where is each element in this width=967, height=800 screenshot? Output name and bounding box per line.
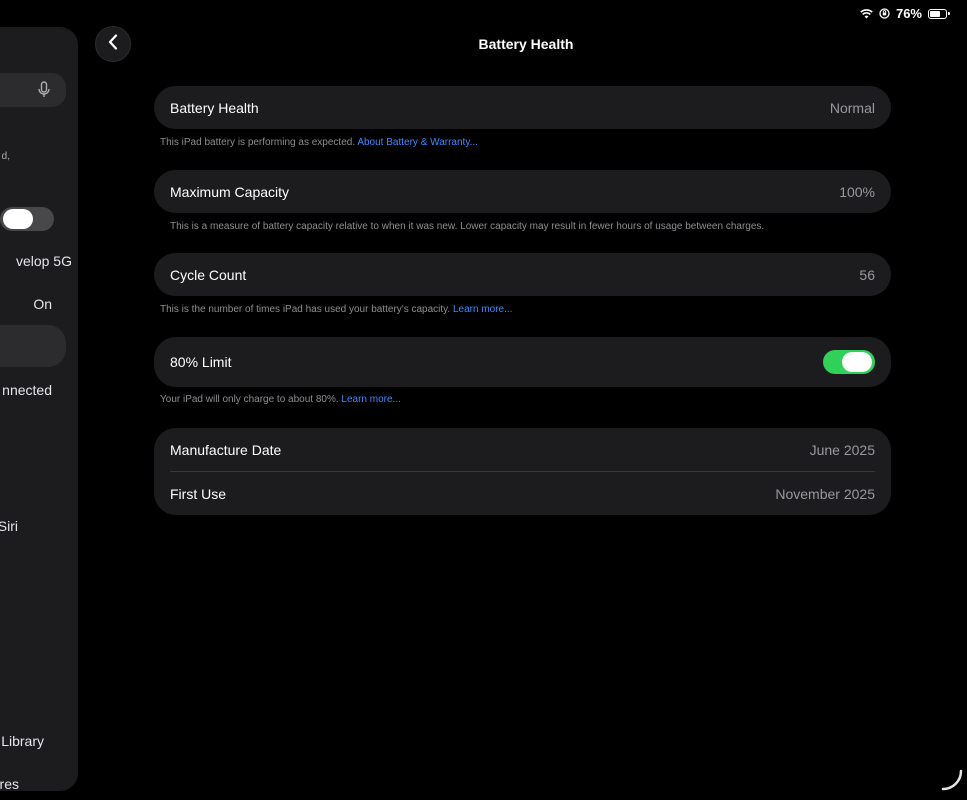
battery-health-footnote: This iPad battery is performing as expec… — [160, 137, 478, 148]
cycle-count-learn-more-link[interactable]: Learn more... — [453, 304, 512, 315]
maximum-capacity-footnote: This is a measure of battery capacity re… — [170, 221, 764, 232]
resize-handle-icon[interactable] — [941, 769, 963, 796]
maximum-capacity-row: Maximum Capacity 100% — [154, 170, 891, 213]
manufacture-date-row: Manufacture Date June 2025 — [154, 428, 891, 471]
status-bar: 76% — [860, 6, 950, 21]
limit-80-row: 80% Limit — [154, 337, 891, 387]
sidebar-item-features[interactable]: res — [0, 776, 19, 791]
sidebar-item-library[interactable]: Library — [1, 733, 44, 749]
page-title: Battery Health — [478, 36, 574, 52]
dates-group: Manufacture Date June 2025 First Use Nov… — [154, 428, 891, 515]
sidebar-item-cellular[interactable]: velop 5G — [16, 253, 72, 269]
limit-80-learn-more-link[interactable]: Learn more... — [341, 394, 400, 405]
sidebar-item-selected[interactable] — [0, 325, 66, 367]
maximum-capacity-note-text: This is a measure of battery capacity re… — [170, 221, 765, 232]
battery-level-fill — [930, 10, 940, 17]
about-battery-warranty-link[interactable]: About Battery & Warranty... — [357, 137, 478, 148]
back-button[interactable] — [95, 26, 131, 62]
sidebar-profile-fragment: d, — [1, 151, 10, 162]
sidebar-item-connected[interactable]: nnected — [2, 382, 52, 398]
battery-health-value: Normal — [829, 99, 875, 116]
first-use-row: First Use November 2025 — [154, 472, 891, 515]
cycle-count-footnote: This is the number of times iPad has use… — [160, 304, 512, 315]
battery-percent: 76% — [895, 6, 922, 21]
first-use-value: November 2025 — [775, 485, 875, 502]
manufacture-date-value: June 2025 — [809, 441, 875, 458]
cycle-count-value: 56 — [859, 266, 875, 283]
cycle-count-note-text: This is the number of times iPad has use… — [160, 304, 453, 315]
settings-sidebar: d, velop 5G On nnected Siri Library res — [0, 27, 78, 791]
maximum-capacity-value: 100% — [839, 183, 875, 200]
cycle-count-row: Cycle Count 56 — [154, 253, 891, 296]
battery-health-note-text: This iPad battery is performing as expec… — [160, 137, 358, 148]
screen: 76% d, velop 5G On nnected Siri Library … — [0, 0, 967, 800]
limit-80-toggle-knob — [842, 352, 872, 372]
chevron-left-icon — [108, 33, 118, 55]
battery-icon — [928, 8, 950, 19]
battery-health-row[interactable]: Battery Health Normal — [154, 86, 891, 129]
battery-health-label: Battery Health — [170, 99, 259, 116]
sidebar-item-siri[interactable]: Siri — [0, 518, 18, 534]
limit-80-label: 80% Limit — [170, 354, 232, 370]
limit-80-note-text: Your iPad will only charge to about 80%. — [160, 394, 342, 405]
cycle-count-label: Cycle Count — [170, 266, 247, 283]
sidebar-item-value-on[interactable]: On — [33, 296, 52, 312]
sidebar-toggle-knob — [3, 209, 33, 229]
limit-80-toggle[interactable] — [823, 350, 875, 374]
search-field[interactable] — [0, 73, 66, 107]
maximum-capacity-label: Maximum Capacity — [170, 183, 290, 200]
wifi-icon — [860, 8, 873, 19]
sidebar-toggle[interactable] — [0, 207, 54, 231]
limit-80-footnote: Your iPad will only charge to about 80%.… — [160, 394, 401, 405]
first-use-label: First Use — [170, 485, 226, 502]
orientation-lock-icon — [879, 8, 890, 19]
manufacture-date-label: Manufacture Date — [170, 441, 282, 458]
microphone-icon[interactable] — [38, 81, 50, 104]
